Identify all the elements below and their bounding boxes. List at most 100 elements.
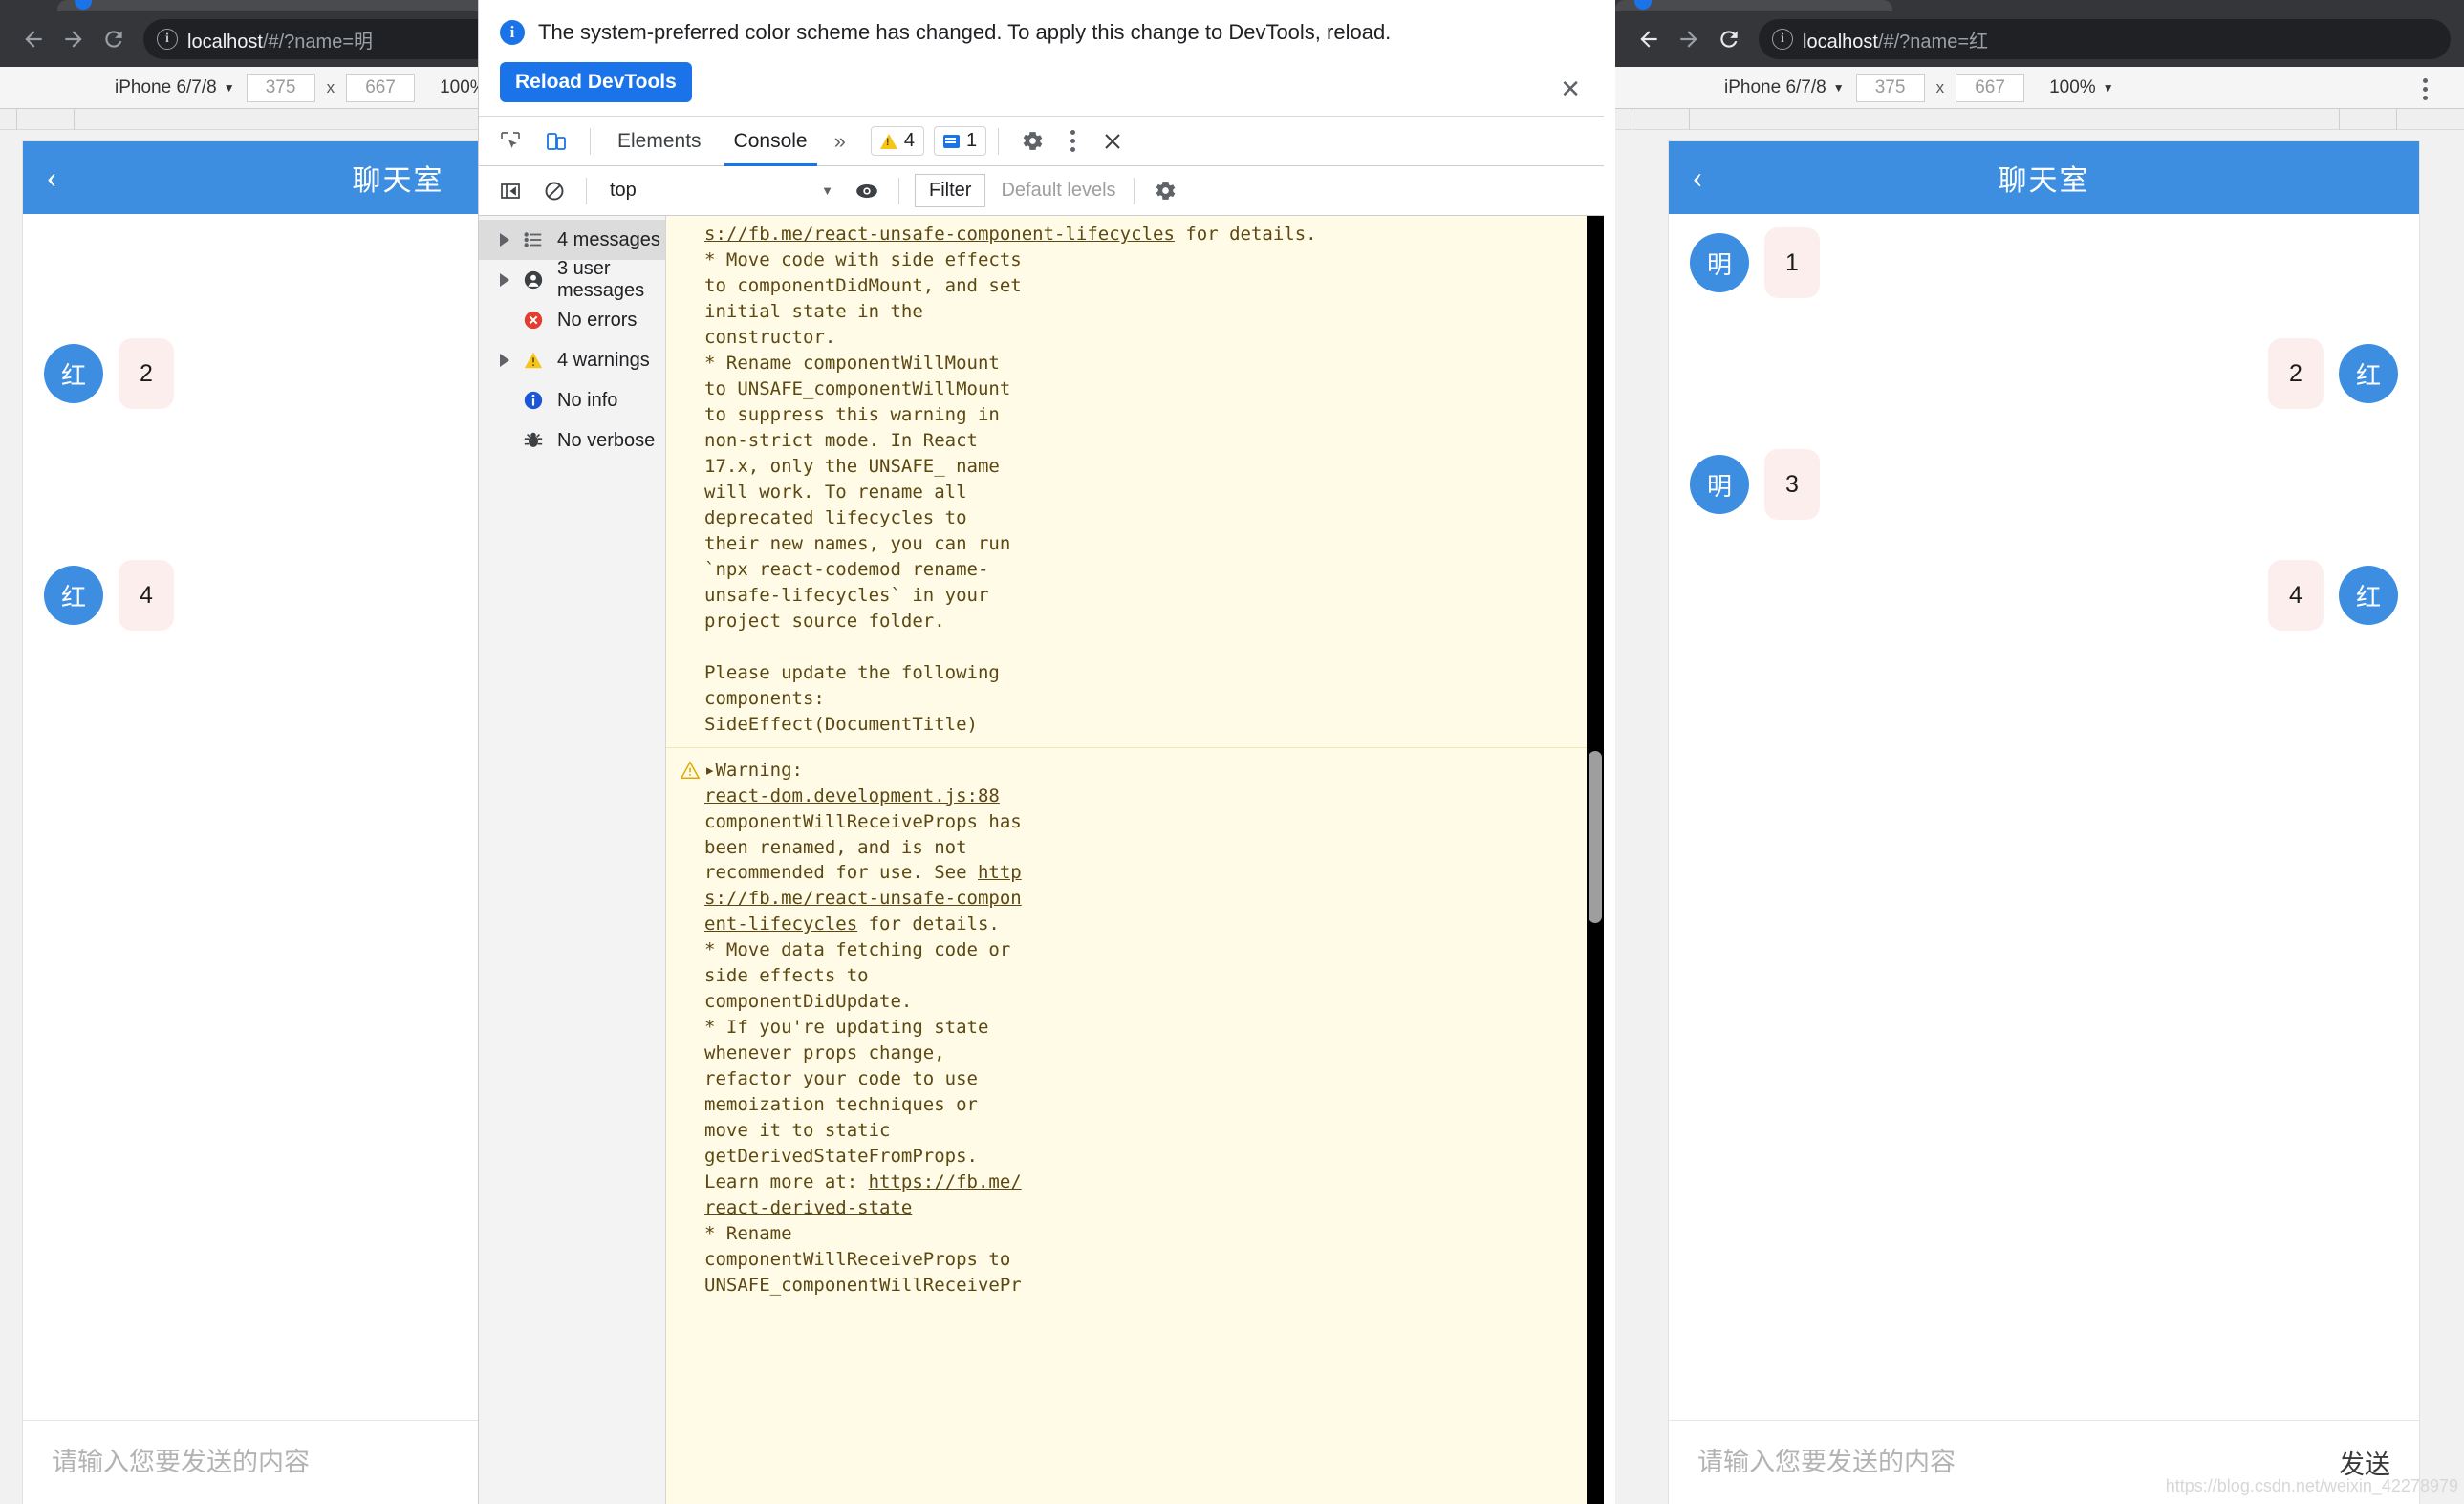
console-warning-entry[interactable]: ▸Warning: react-dom.development.js:88 co… bbox=[666, 746, 1604, 1308]
site-info-icon[interactable]: i bbox=[1772, 29, 1793, 50]
avatar: 明 bbox=[1690, 233, 1749, 292]
avatar: 红 bbox=[2339, 566, 2398, 625]
sidebar-item-info[interactable]: No info bbox=[479, 380, 665, 420]
sidebar-item-warnings[interactable]: 4 warnings bbox=[479, 340, 665, 380]
devtools-panel: i The system-preferred color scheme has … bbox=[478, 0, 1604, 1504]
console-sidebar-toggle-icon[interactable] bbox=[488, 169, 532, 213]
expand-triangle-icon[interactable] bbox=[500, 354, 509, 368]
device-height-input-right[interactable]: 667 bbox=[1956, 73, 2025, 102]
log-source-link[interactable]: react-dom.development.js:88 bbox=[704, 785, 1000, 806]
back-button[interactable] bbox=[13, 19, 54, 59]
message-bubble: 2 bbox=[2268, 338, 2324, 409]
console-log-output[interactable]: s://fb.me/react-unsafe-component-lifecyc… bbox=[666, 216, 1604, 1504]
back-chevron-icon[interactable]: ‹ bbox=[23, 141, 80, 214]
screen: i localhost/#/?name=明 iPhone 6/7/8 ▼ 375… bbox=[0, 0, 2464, 1504]
live-expression-eye-icon[interactable] bbox=[845, 169, 889, 213]
sidebar-item-label: 4 messages bbox=[557, 228, 660, 250]
reload-devtools-button[interactable]: Reload DevTools bbox=[500, 62, 692, 103]
address-bar-right[interactable]: i localhost/#/?name=红 bbox=[1759, 19, 2451, 59]
dimension-separator: x bbox=[326, 77, 335, 97]
console-levels-select[interactable]: Default levels bbox=[1001, 180, 1115, 202]
sidebar-item-errors[interactable]: No errors bbox=[479, 300, 665, 340]
chat-messages-right: 明 1 2 红 明 3 4 红 bbox=[1669, 214, 2419, 1420]
console-log-entry[interactable]: s://fb.me/react-unsafe-component-lifecyc… bbox=[666, 216, 1604, 746]
bug-icon bbox=[521, 430, 546, 451]
expand-triangle-icon[interactable] bbox=[500, 273, 509, 288]
reload-button[interactable] bbox=[1709, 19, 1749, 59]
message-row: 明 1 bbox=[1669, 227, 2419, 298]
browser-window-right: i localhost/#/?name=红 iPhone 6/7/8 ▼ 375… bbox=[1615, 0, 2464, 1504]
tab-elements[interactable]: Elements bbox=[602, 117, 717, 166]
console-toolbar: top ▼ Filter Default levels bbox=[479, 166, 1604, 217]
message-bubble: 4 bbox=[119, 560, 174, 631]
sidebar-item-messages[interactable]: 4 messages bbox=[479, 220, 665, 261]
chat-title-right: 聊天室 bbox=[1998, 165, 2090, 197]
console-scrollbar-thumb[interactable] bbox=[1589, 751, 1602, 924]
message-row: 4 红 bbox=[1669, 560, 2419, 631]
more-tabs-icon[interactable]: » bbox=[825, 129, 855, 154]
viewport-ruler-right bbox=[1615, 109, 2464, 130]
log-text: * Rename componentWillReceiveProps to UN… bbox=[704, 1223, 1022, 1296]
device-height-input-left[interactable]: 667 bbox=[346, 73, 416, 102]
divider bbox=[590, 127, 591, 155]
device-toggle-icon[interactable] bbox=[534, 119, 578, 163]
execution-context-select[interactable]: top ▼ bbox=[596, 180, 845, 202]
forward-button[interactable] bbox=[1669, 19, 1709, 59]
divider bbox=[998, 127, 1000, 155]
device-zoom-select-right[interactable]: 100% ▼ bbox=[2049, 77, 2114, 98]
device-width-input-left[interactable]: 375 bbox=[246, 73, 315, 102]
url-text-right: localhost/#/?name=红 bbox=[1803, 31, 1989, 53]
chevron-down-icon: ▼ bbox=[2102, 80, 2114, 95]
device-width-input-right[interactable]: 375 bbox=[1855, 73, 1925, 102]
close-devtools-icon[interactable] bbox=[1091, 119, 1135, 163]
message-icon bbox=[942, 134, 960, 148]
expand-arrow-icon[interactable]: ▸ bbox=[704, 760, 715, 781]
url-text-left: localhost/#/?name=明 bbox=[187, 31, 374, 53]
sidebar-item-label: No errors bbox=[557, 309, 638, 331]
sidebar-item-verbose[interactable]: No verbose bbox=[479, 420, 665, 461]
chat-app-right: ‹ 聊天室 明 1 2 红 明 3 4 红 请输入您要发送的内容 发送 bbox=[1669, 141, 2419, 1504]
warning-count-badge[interactable]: 4 bbox=[870, 126, 924, 157]
devtools-notification: i The system-preferred color scheme has … bbox=[479, 0, 1604, 118]
message-count-badge[interactable]: 1 bbox=[933, 126, 987, 157]
forward-button[interactable] bbox=[54, 19, 94, 59]
device-toolbar-menu-icon[interactable] bbox=[2409, 70, 2441, 108]
message-input-right[interactable] bbox=[1697, 1448, 2320, 1477]
site-info-icon[interactable]: i bbox=[157, 29, 178, 50]
message-bubble: 1 bbox=[1764, 227, 1820, 298]
back-button[interactable] bbox=[1629, 19, 1669, 59]
device-toolbar-right: iPhone 6/7/8 ▼ 375 x 667 100% ▼ bbox=[1615, 67, 2464, 109]
divider bbox=[1133, 177, 1135, 204]
message-row: 明 3 bbox=[1669, 449, 2419, 520]
avatar: 红 bbox=[44, 344, 103, 403]
log-text: * Move data fetching code or side effect… bbox=[704, 939, 1011, 1193]
console-filter-input[interactable]: Filter bbox=[915, 174, 986, 208]
clear-console-icon[interactable] bbox=[532, 169, 576, 213]
inspect-element-icon[interactable] bbox=[488, 119, 532, 163]
device-select-left[interactable]: iPhone 6/7/8 ▼ bbox=[115, 77, 235, 98]
avatar: 明 bbox=[1690, 455, 1749, 514]
sidebar-item-label: 4 warnings bbox=[557, 349, 650, 371]
reload-button[interactable] bbox=[94, 19, 134, 59]
message-bubble: 2 bbox=[119, 338, 174, 409]
log-link[interactable]: s://fb.me/react-unsafe-compon bbox=[704, 224, 1022, 245]
expand-triangle-icon[interactable] bbox=[500, 233, 509, 247]
device-select-right[interactable]: iPhone 6/7/8 ▼ bbox=[1724, 77, 1845, 98]
back-chevron-icon[interactable]: ‹ bbox=[1669, 141, 1726, 214]
info-icon: i bbox=[500, 20, 525, 45]
devtools-menu-icon[interactable] bbox=[1056, 122, 1089, 161]
settings-gear-icon[interactable] bbox=[1010, 119, 1054, 163]
console-settings-gear-icon[interactable] bbox=[1144, 169, 1188, 213]
log-text: componentWillReceiveProps has been renam… bbox=[704, 810, 1022, 884]
browser-tab-right[interactable] bbox=[1615, 0, 1892, 11]
log-text: for details. bbox=[1174, 224, 1317, 246]
sidebar-item-user-messages[interactable]: 3 user messages bbox=[479, 258, 665, 301]
message-bubble: 3 bbox=[1764, 449, 1820, 520]
list-icon bbox=[521, 229, 546, 250]
sidebar-item-label: No info bbox=[557, 389, 618, 411]
log-link[interactable]: ent-lifecycles bbox=[1022, 224, 1175, 245]
console-sidebar: 4 messages 3 user messages No errors 4 w… bbox=[479, 216, 666, 1504]
tab-console[interactable]: Console bbox=[719, 117, 823, 166]
divider bbox=[586, 177, 587, 204]
close-icon[interactable]: ✕ bbox=[1560, 75, 1581, 104]
